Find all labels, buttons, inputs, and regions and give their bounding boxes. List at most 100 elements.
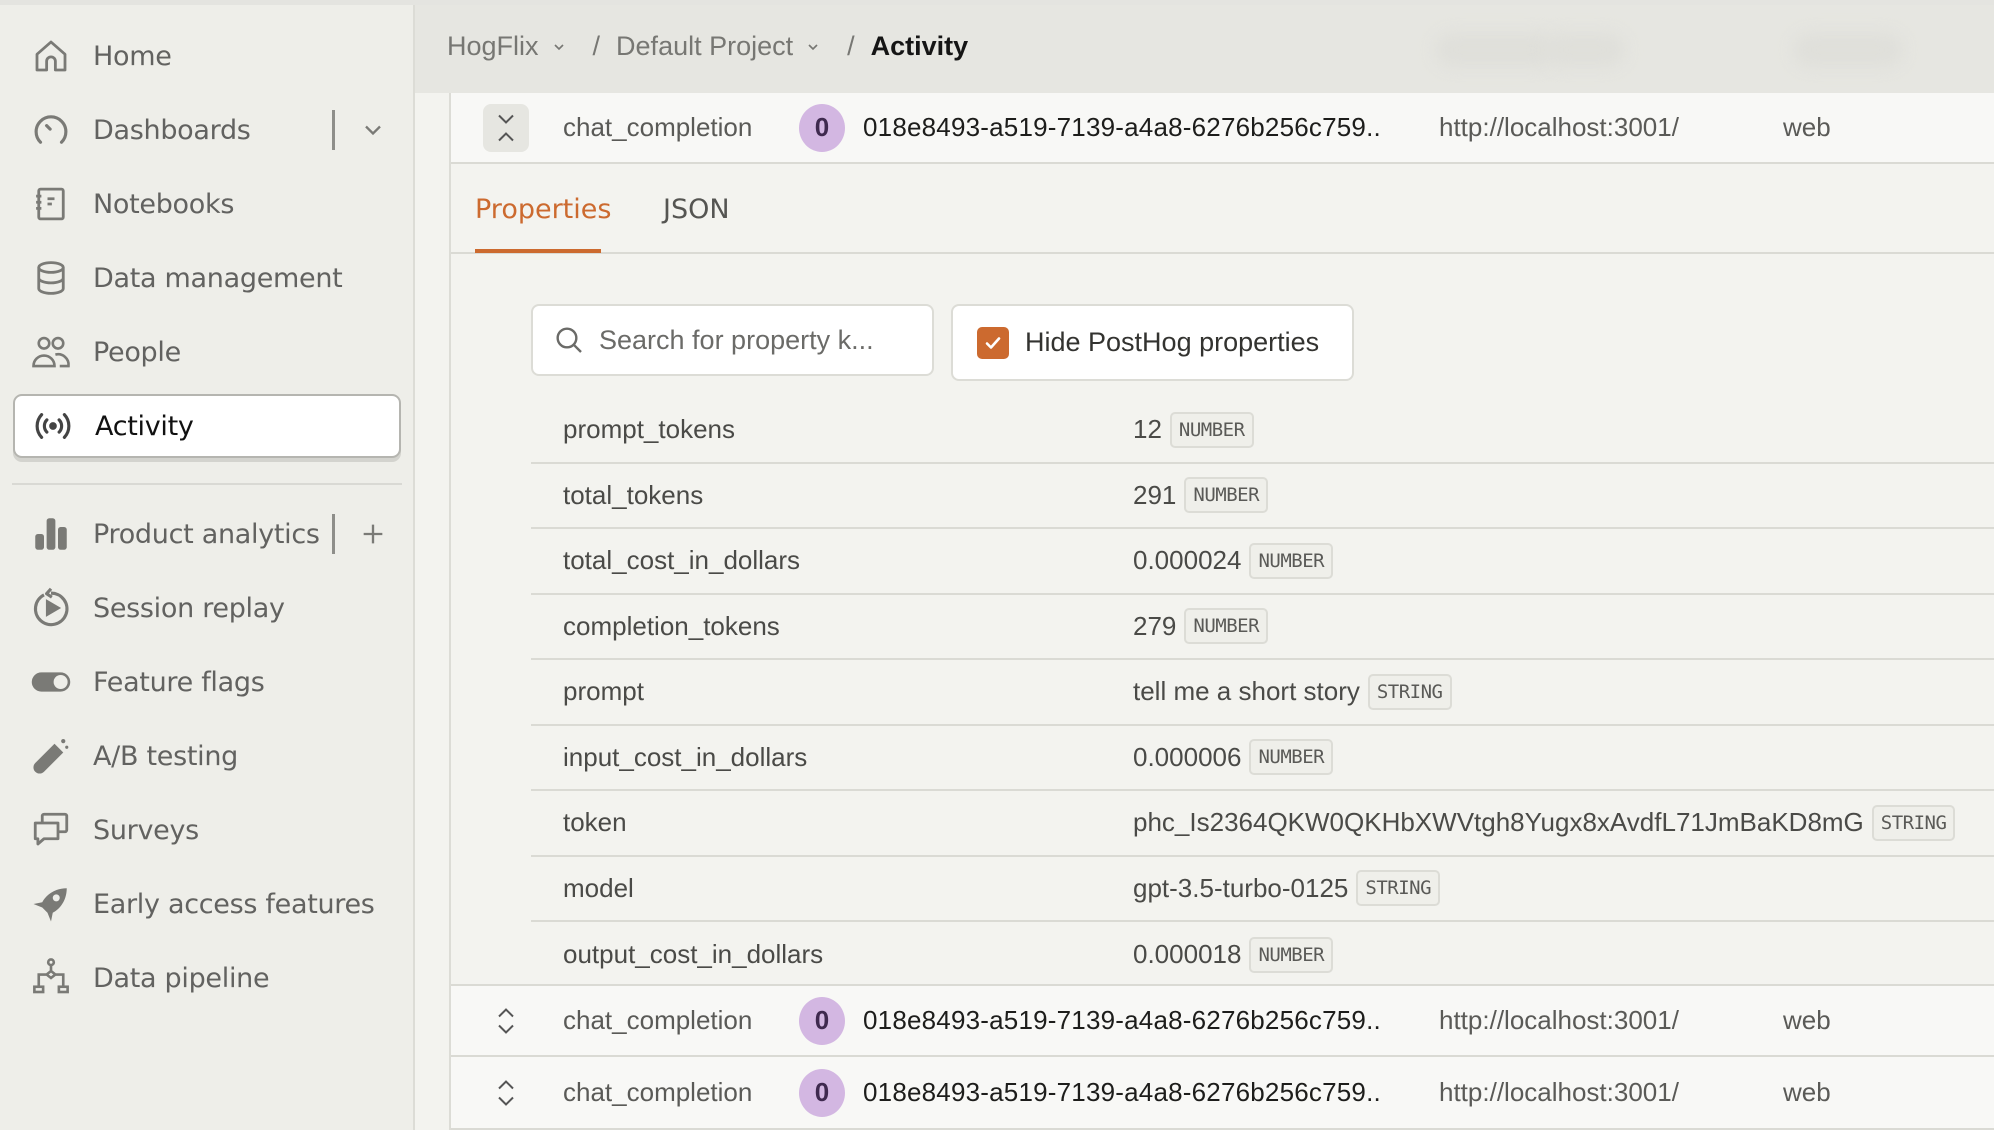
property-key: total_tokens bbox=[563, 479, 704, 510]
property-value[interactable]: phc_Is2364QKW0QKHbXWVtgh8Yugx8xAvdfL71Jm… bbox=[1133, 807, 1864, 838]
property-search[interactable] bbox=[531, 304, 934, 376]
toggle-icon bbox=[29, 660, 73, 704]
sidebar-item-session-replay[interactable]: Session replay bbox=[13, 576, 401, 640]
property-type-badge: NUMBER bbox=[1249, 739, 1334, 776]
sidebar-item-label: Surveys bbox=[93, 814, 199, 846]
property-type-badge: NUMBER bbox=[1184, 477, 1269, 514]
sidebar-item-feature-flags[interactable]: Feature flags bbox=[13, 650, 401, 714]
breadcrumb-label: HogFlix bbox=[447, 31, 539, 61]
new-insight-button[interactable] bbox=[332, 514, 387, 554]
chevron-down-icon bbox=[498, 1024, 514, 1034]
sidebar-item-activity[interactable]: Activity bbox=[13, 394, 401, 458]
top-bar: HogFlix / Default Project / Activity bbox=[415, 5, 1994, 93]
sidebar-item-label: Data pipeline bbox=[93, 962, 270, 994]
event-url[interactable]: http://localhost:3001/ bbox=[1439, 1077, 1679, 1108]
blurred-header-control bbox=[1435, 33, 1555, 67]
person-distinct-id[interactable]: 018e8493-a519-7139-a4a8-6276b256c759.. bbox=[863, 1077, 1381, 1108]
property-row: prompt_tokens 12 NUMBER bbox=[531, 398, 1994, 464]
property-row: output_cost_in_dollars 0.000018 NUMBER bbox=[531, 922, 1994, 988]
sidebar-item-notebooks[interactable]: Notebooks bbox=[13, 172, 401, 236]
person-distinct-id[interactable]: 018e8493-a519-7139-a4a8-6276b256c759.. bbox=[863, 112, 1381, 143]
hide-posthog-properties-toggle[interactable]: Hide PostHog properties bbox=[951, 304, 1354, 381]
property-value[interactable]: tell me a short story bbox=[1133, 676, 1360, 707]
event-library: web bbox=[1783, 112, 1831, 142]
property-row: total_tokens 291 NUMBER bbox=[531, 464, 1994, 529]
breadcrumb-separator: / bbox=[847, 31, 855, 61]
expand-row-button[interactable] bbox=[483, 1069, 529, 1117]
checkbox-checked[interactable] bbox=[977, 326, 1009, 359]
sidebar-item-early-access[interactable]: Early access features bbox=[13, 872, 401, 936]
sidebar-item-label: Product analytics bbox=[93, 518, 320, 550]
events-list: chat_completion 0 018e8493-a519-7139-a4a… bbox=[449, 93, 1994, 1130]
property-search-input[interactable] bbox=[599, 324, 919, 356]
event-url[interactable]: http://localhost:3001/ bbox=[1439, 112, 1679, 143]
sidebar-item-dashboards[interactable]: Dashboards bbox=[13, 98, 401, 162]
breadcrumb-organization[interactable]: HogFlix bbox=[447, 31, 567, 62]
collapse-row-button[interactable] bbox=[483, 103, 529, 152]
property-type-badge: STRING bbox=[1871, 804, 1956, 841]
property-value[interactable]: 12 bbox=[1133, 414, 1162, 445]
tab-properties[interactable]: Properties bbox=[475, 194, 611, 225]
property-value[interactable]: 0.000006 bbox=[1133, 742, 1241, 773]
breadcrumb-current-page: Activity bbox=[870, 31, 969, 61]
notebook-icon bbox=[29, 182, 73, 226]
property-value[interactable]: 291 bbox=[1133, 480, 1176, 511]
person-avatar[interactable]: 0 bbox=[799, 996, 845, 1045]
person-distinct-id[interactable]: 018e8493-a519-7139-a4a8-6276b256c759.. bbox=[863, 1005, 1381, 1036]
sidebar-item-home[interactable]: Home bbox=[13, 24, 401, 88]
chevron-down-icon bbox=[808, 43, 818, 50]
property-row: model gpt-3.5-turbo-0125 STRING bbox=[531, 857, 1994, 922]
property-value[interactable]: 0.000018 bbox=[1133, 939, 1241, 970]
sidebar-item-label: Session replay bbox=[93, 592, 285, 624]
chevron-down-icon bbox=[498, 1096, 514, 1106]
dashboard-gauge-icon bbox=[29, 108, 73, 152]
bar-chart-icon bbox=[29, 512, 73, 556]
sidebar-item-people[interactable]: People bbox=[13, 320, 401, 384]
chat-bubbles-icon bbox=[29, 808, 73, 852]
person-avatar[interactable]: 0 bbox=[799, 103, 845, 152]
event-row[interactable]: chat_completion 0 018e8493-a519-7139-a4a… bbox=[451, 984, 1994, 1057]
hide-posthog-label: Hide PostHog properties bbox=[1025, 327, 1320, 357]
event-library: web bbox=[1783, 1077, 1831, 1107]
property-type-badge: STRING bbox=[1367, 673, 1452, 710]
chevron-up-icon bbox=[498, 1007, 514, 1017]
active-tab-indicator bbox=[475, 249, 601, 253]
home-icon bbox=[29, 34, 73, 78]
divider bbox=[332, 110, 335, 150]
details-tabs: Properties JSON bbox=[451, 164, 1994, 254]
tab-json[interactable]: JSON bbox=[663, 194, 730, 225]
sidebar-item-label: Data management bbox=[93, 262, 343, 294]
sidebar-item-product-analytics[interactable]: Product analytics bbox=[13, 502, 401, 566]
property-type-badge: NUMBER bbox=[1169, 411, 1254, 448]
broadcast-icon bbox=[31, 404, 75, 448]
pipeline-icon bbox=[29, 956, 73, 1000]
property-row: input_cost_in_dollars 0.000006 NUMBER bbox=[531, 726, 1994, 791]
property-row: total_cost_in_dollars 0.000024 NUMBER bbox=[531, 529, 1994, 595]
properties-table: prompt_tokens 12 NUMBER total_tokens 291 N… bbox=[531, 398, 1994, 988]
chevron-up-icon bbox=[498, 131, 514, 141]
breadcrumb-label: Default Project bbox=[616, 31, 794, 61]
chevron-down-icon bbox=[553, 43, 564, 50]
event-row[interactable]: chat_completion 0 018e8493-a519-7139-a4a… bbox=[451, 93, 1994, 164]
sidebar-item-ab-testing[interactable]: A/B testing bbox=[13, 724, 401, 788]
property-type-badge: NUMBER bbox=[1249, 936, 1334, 973]
sidebar-item-label: Activity bbox=[95, 410, 194, 442]
dashboards-dropdown-toggle[interactable] bbox=[332, 110, 387, 150]
property-row: completion_tokens 279 NUMBER bbox=[531, 595, 1994, 660]
event-row[interactable]: chat_completion 0 018e8493-a519-7139-a4a… bbox=[451, 1057, 1994, 1130]
sidebar-item-data-management[interactable]: Data management bbox=[13, 246, 401, 310]
sidebar-item-surveys[interactable]: Surveys bbox=[13, 798, 401, 862]
sidebar-item-data-pipeline[interactable]: Data pipeline bbox=[13, 946, 401, 1010]
property-value[interactable]: 0.000024 bbox=[1133, 545, 1241, 576]
property-row: token phc_Is2364QKW0QKHbXWVtgh8Yugx8xAvd… bbox=[531, 791, 1994, 857]
property-value[interactable]: 279 bbox=[1133, 611, 1176, 642]
event-url[interactable]: http://localhost:3001/ bbox=[1439, 1005, 1679, 1036]
property-key: output_cost_in_dollars bbox=[563, 939, 824, 970]
replay-icon bbox=[29, 586, 73, 630]
breadcrumb-project[interactable]: Default Project bbox=[616, 31, 821, 62]
chevron-down-icon bbox=[365, 125, 381, 136]
expand-row-button[interactable] bbox=[483, 997, 529, 1045]
property-key: token bbox=[563, 807, 627, 838]
person-avatar[interactable]: 0 bbox=[799, 1068, 845, 1117]
property-value[interactable]: gpt-3.5-turbo-0125 bbox=[1133, 873, 1348, 904]
